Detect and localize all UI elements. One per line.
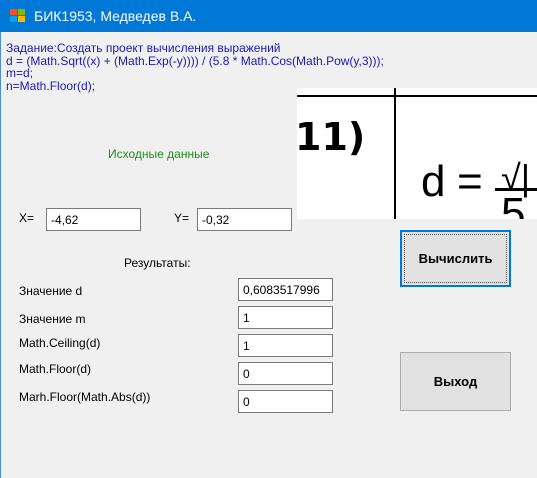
app-icon (10, 9, 26, 23)
result-label-m: Значение m (19, 312, 86, 326)
result-label-ceiling: Math.Ceiling(d) (19, 336, 101, 350)
result-label-floor: Math.Floor(d) (19, 362, 92, 376)
result-label-floor-abs: Marh.Floor(Math.Abs(d)) (19, 390, 151, 404)
results-heading: Результаты: (124, 256, 191, 270)
table-rule-horizontal (297, 95, 537, 97)
window-title: БИК1953, Медведев В.А. (34, 8, 197, 24)
formula-picture: 11) d = √| 5 (297, 88, 537, 219)
task-line-1: Задание:Создать проект вычисления выраже… (6, 41, 281, 55)
x-label: X= (19, 211, 35, 225)
y-label: Y= (174, 211, 190, 225)
exit-button[interactable]: Выход (400, 352, 511, 411)
formula-equals: = (457, 157, 483, 206)
calculate-button[interactable]: Вычислить (400, 230, 511, 287)
task-description: Задание:Создать проект вычисления выраже… (6, 42, 384, 92)
result-label-d: Значение d (19, 284, 83, 298)
x-input[interactable] (46, 208, 141, 231)
formula-number: 11) (297, 115, 366, 159)
result-floor-abs-field[interactable] (238, 390, 333, 413)
source-data-heading: Исходные данные (108, 147, 210, 161)
formula-denominator: 5 (501, 189, 526, 220)
task-line-2: d = (Math.Sqrt((x) + (Math.Exp(-y)))) / … (6, 53, 384, 68)
window-titlebar[interactable]: БИК1953, Медведев В.А. (0, 0, 537, 32)
formula-lhs: d (421, 157, 446, 206)
result-m-field[interactable] (238, 306, 333, 329)
result-d-field[interactable] (238, 278, 333, 301)
y-input[interactable] (197, 208, 292, 231)
result-ceiling-field[interactable] (238, 334, 333, 357)
task-line-3: m=d; (6, 66, 34, 80)
table-rule-vertical (394, 88, 396, 219)
result-floor-field[interactable] (238, 362, 333, 385)
